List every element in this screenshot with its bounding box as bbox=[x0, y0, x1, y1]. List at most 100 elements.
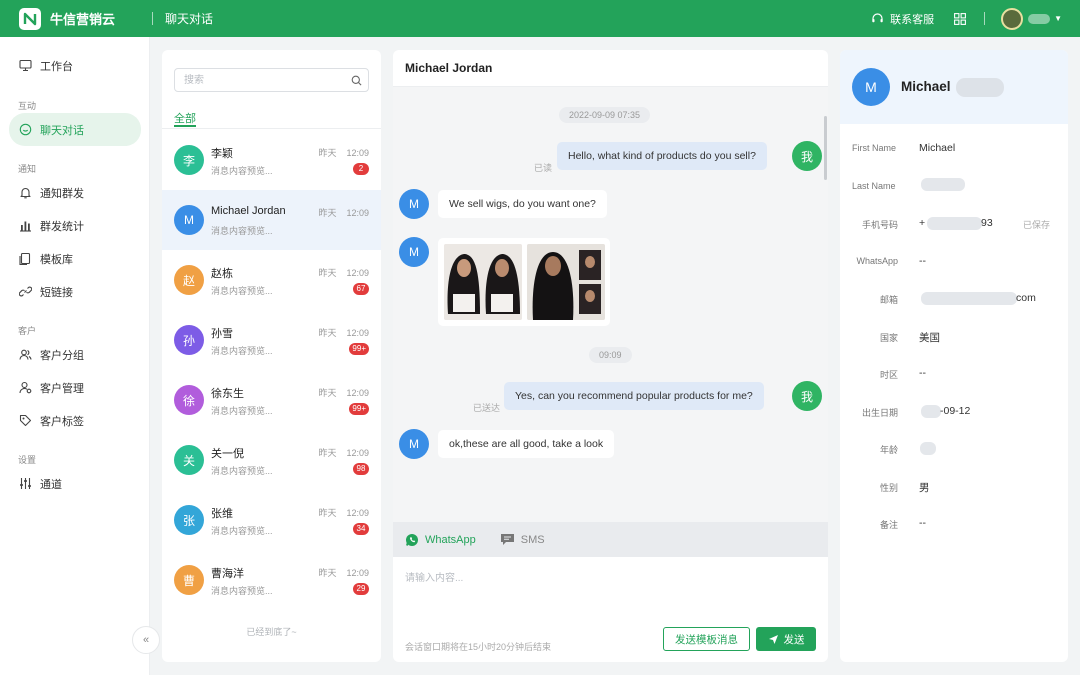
field-label-whatsapp: WhatsApp bbox=[856, 256, 898, 266]
product-photo[interactable] bbox=[444, 244, 522, 320]
field-label-note: 备注 bbox=[879, 520, 898, 530]
nav-group-interaction: 互动 bbox=[18, 101, 37, 111]
sidebar-item-chat[interactable]: 聊天对话 bbox=[9, 113, 141, 146]
field-value-phone-suffix[interactable]: 93 bbox=[981, 217, 993, 229]
user-manage-icon bbox=[19, 381, 32, 394]
conversation-preview: 消息内容预览... bbox=[211, 226, 273, 236]
message-input[interactable] bbox=[405, 569, 815, 619]
search-box bbox=[174, 68, 369, 92]
tab-all[interactable]: 全部 bbox=[174, 110, 196, 126]
conversation-name: 徐东生 bbox=[211, 388, 244, 400]
unread-badge: 99+ bbox=[349, 343, 369, 355]
field-label-email: 邮箱 bbox=[879, 295, 898, 305]
chevron-down-icon[interactable]: ▼ bbox=[1054, 14, 1062, 23]
sidebar-item-short-links[interactable]: 短链接 bbox=[9, 275, 141, 308]
saved-tag: 已保存 bbox=[1022, 220, 1050, 230]
app-grid-icon[interactable] bbox=[954, 12, 967, 25]
conversation-item[interactable]: 徐 徐东生 消息内容预览... 昨天 12:09 99+ bbox=[162, 370, 381, 430]
sidebar-item-label: 聊天对话 bbox=[40, 124, 84, 137]
avatar: 赵 bbox=[174, 265, 204, 295]
field-value-country[interactable]: 美国 bbox=[919, 330, 940, 345]
message-outgoing: Yes, can you recommend popular products … bbox=[504, 382, 764, 410]
contact-avatar: M bbox=[399, 237, 429, 267]
conversation-item[interactable]: 孙 孙雪 消息内容预览... 昨天 12:09 99+ bbox=[162, 310, 381, 370]
sidebar-item-broadcast-stats[interactable]: 群发统计 bbox=[9, 209, 141, 242]
sidebar-item-templates[interactable]: 模板库 bbox=[9, 242, 141, 275]
field-label-first-name: First Name bbox=[852, 143, 897, 153]
sidebar-item-label: 群发统计 bbox=[40, 220, 84, 233]
send-template-button[interactable]: 发送模板消息 bbox=[663, 627, 750, 651]
support-label: 联系客服 bbox=[890, 13, 935, 26]
conversation-preview: 消息内容预览... bbox=[211, 346, 273, 356]
sidebar-item-customer-groups[interactable]: 客户分组 bbox=[9, 338, 141, 371]
unread-badge: 67 bbox=[353, 283, 369, 295]
chat-contact-name: Michael Jordan bbox=[405, 61, 493, 75]
conversation-item[interactable]: 李 李颖 消息内容预览... 昨天 12:09 2 bbox=[162, 130, 381, 190]
timestamp: 09:09 bbox=[589, 347, 632, 363]
unread-badge: 98 bbox=[353, 463, 369, 475]
message-image[interactable] bbox=[438, 238, 610, 326]
avatar: 张 bbox=[174, 505, 204, 535]
whatsapp-icon bbox=[406, 533, 418, 546]
conversation-list: 全部 李 李颖 消息内容预览... 昨天12:09 2 M Michael Jo… bbox=[162, 50, 381, 662]
conversation-name: 关一倪 bbox=[211, 448, 244, 460]
user-name[interactable]: 王勇 bbox=[1028, 13, 1051, 24]
message-incoming: We sell wigs, do you want one? bbox=[438, 190, 607, 218]
sidebar-item-customer-manage[interactable]: 客户管理 bbox=[9, 371, 141, 404]
field-value-note[interactable]: -- bbox=[919, 517, 926, 529]
avatar: M bbox=[174, 205, 204, 235]
conversation-item-selected[interactable]: M Michael Jordan 消息内容预览... 昨天 12:09 bbox=[162, 190, 381, 250]
search-icon[interactable] bbox=[351, 75, 362, 86]
conversation-preview: 消息内容预览... bbox=[211, 166, 273, 176]
conversation-time: 昨天 12:09 bbox=[318, 508, 369, 518]
timestamp: 2022-09-09 07:35 bbox=[559, 107, 651, 123]
redacted-text bbox=[921, 292, 1017, 305]
brand-name: 牛信营销云 bbox=[50, 12, 116, 27]
profile-avatar: M bbox=[852, 68, 890, 106]
header-divider bbox=[152, 12, 154, 25]
sidebar-item-label: 工作台 bbox=[40, 60, 73, 73]
field-value-gender[interactable]: 男 bbox=[919, 480, 930, 495]
field-label-phone: 手机号码 bbox=[861, 220, 898, 230]
conversation-item[interactable]: 赵 赵栋 消息内容预览... 昨天 12:09 67 bbox=[162, 250, 381, 310]
tab-sms[interactable]: SMS bbox=[500, 533, 545, 546]
product-photo[interactable] bbox=[527, 244, 605, 320]
link-icon bbox=[19, 286, 32, 297]
field-value-phone-prefix[interactable]: + bbox=[919, 217, 925, 229]
tab-whatsapp[interactable]: WhatsApp bbox=[405, 533, 476, 547]
avatar: 徐 bbox=[174, 385, 204, 415]
field-value-first-name[interactable]: Michael bbox=[919, 142, 955, 154]
redacted-text bbox=[921, 405, 941, 418]
sidebar: 工作台 互动 聊天对话 通知 通知群发 群发统计 模板库 短链接 客户 客户分组… bbox=[0, 37, 150, 675]
users-icon bbox=[19, 349, 32, 360]
send-button[interactable]: 发送 bbox=[756, 627, 816, 651]
sidebar-item-broadcast[interactable]: 通知群发 bbox=[9, 176, 141, 209]
chat-icon bbox=[19, 123, 32, 136]
sidebar-item-customer-tags[interactable]: 客户标签 bbox=[9, 404, 141, 437]
conversation-time: 昨天 12:09 bbox=[318, 268, 369, 278]
search-input[interactable] bbox=[175, 69, 340, 91]
sidebar-collapse-button[interactable]: « bbox=[132, 626, 160, 654]
field-label-age: 年龄 bbox=[879, 445, 898, 455]
field-value-whatsapp[interactable]: -- bbox=[919, 255, 926, 267]
conversation-time: 昨天 12:09 bbox=[318, 568, 369, 578]
profile-name: Michael bbox=[901, 79, 951, 94]
conversation-item[interactable]: 张 张维 消息内容预览... 昨天 12:09 34 bbox=[162, 490, 381, 550]
conversation-item[interactable]: 关 关一倪 消息内容预览... 昨天 12:09 98 bbox=[162, 430, 381, 490]
conversation-preview: 消息内容预览... bbox=[211, 526, 273, 536]
field-value-timezone[interactable]: -- bbox=[919, 367, 926, 379]
bar-chart-icon bbox=[20, 221, 31, 232]
field-value-birthday-suffix[interactable]: -09-12 bbox=[940, 405, 970, 417]
support-link[interactable]: 联系客服 bbox=[871, 11, 934, 27]
field-label-birthday: 出生日期 bbox=[861, 408, 898, 418]
field-label-gender: 性别 bbox=[879, 483, 898, 493]
field-value-email-suffix[interactable]: com bbox=[1016, 292, 1036, 304]
template-icon bbox=[19, 252, 31, 265]
brand-logo-icon[interactable] bbox=[19, 7, 41, 30]
sidebar-item-channels[interactable]: 通道 bbox=[9, 467, 141, 500]
headset-icon bbox=[872, 13, 883, 23]
conversation-item[interactable]: 曹 曹海洋 消息内容预览... 昨天 12:09 29 bbox=[162, 550, 381, 610]
user-avatar[interactable] bbox=[1001, 7, 1024, 30]
sidebar-item-workbench[interactable]: 工作台 bbox=[9, 49, 141, 82]
chat-scrollbar[interactable] bbox=[824, 116, 827, 180]
